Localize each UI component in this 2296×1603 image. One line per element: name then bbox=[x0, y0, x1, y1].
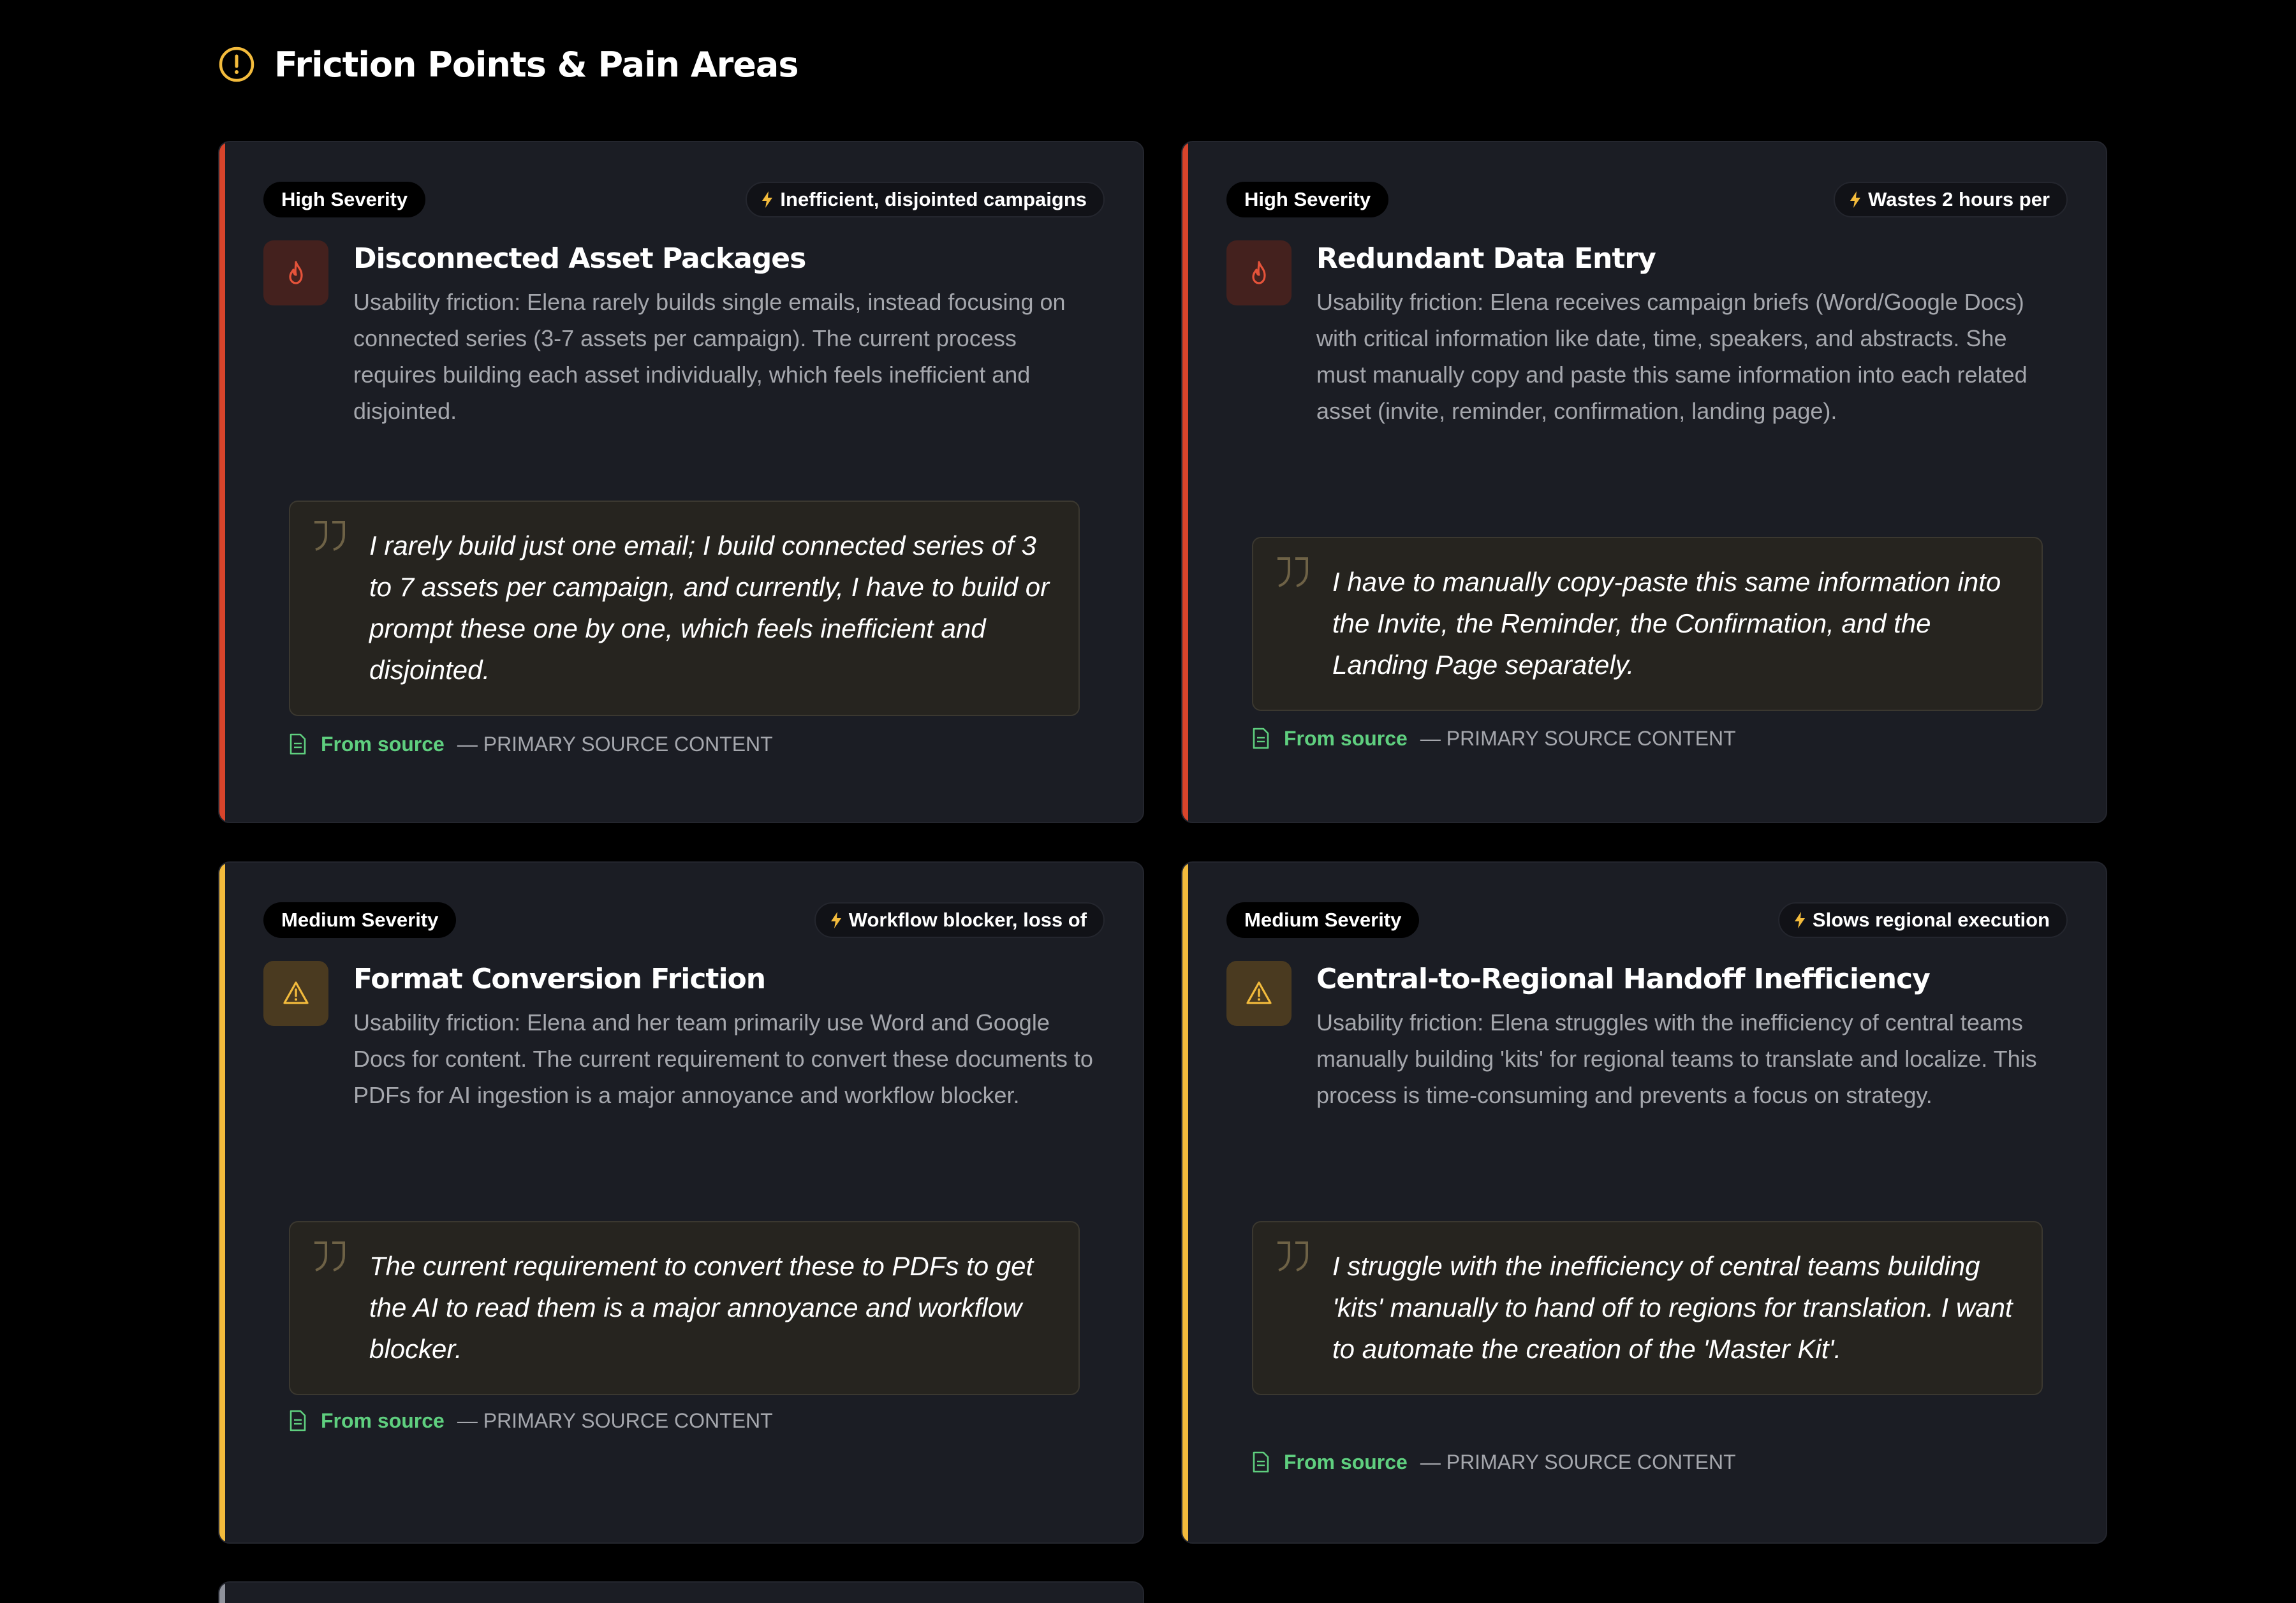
friction-card-partial[interactable] bbox=[218, 1581, 1144, 1603]
source-detail: — PRIMARY SOURCE CONTENT bbox=[457, 1409, 773, 1432]
quote-icon bbox=[1277, 557, 1308, 587]
quote-block: I have to manually copy-paste this same … bbox=[1252, 537, 2043, 711]
card-description: Usability friction: Elena and her team p… bbox=[353, 1009, 1093, 1108]
lightning-icon bbox=[1850, 191, 1861, 208]
severity-badge: High Severity bbox=[263, 182, 426, 217]
warning-triangle-icon bbox=[263, 961, 328, 1026]
impact-label: Workflow blocker, loss of bbox=[848, 909, 1087, 931]
quote-icon bbox=[314, 521, 345, 551]
card-title: Redundant Data Entry bbox=[1316, 242, 1656, 275]
quote-block: I rarely build just one email; I build c… bbox=[289, 501, 1080, 716]
source-attribution: From source — PRIMARY SOURCE CONTENT bbox=[1252, 724, 1736, 752]
source-detail: — PRIMARY SOURCE CONTENT bbox=[1420, 1450, 1736, 1474]
source-attribution: From source — PRIMARY SOURCE CONTENT bbox=[289, 1407, 773, 1435]
impact-badge: Slows regional execution bbox=[1777, 902, 2068, 938]
alert-circle-icon bbox=[219, 47, 254, 82]
source-detail: — PRIMARY SOURCE CONTENT bbox=[1420, 726, 1736, 750]
source-attribution: From source — PRIMARY SOURCE CONTENT bbox=[1252, 1448, 1736, 1476]
document-icon bbox=[290, 733, 306, 755]
flame-icon bbox=[263, 240, 328, 305]
quote-block: I struggle with the inefficiency of cent… bbox=[1252, 1221, 2043, 1395]
quote-icon bbox=[1277, 1241, 1308, 1271]
severity-accent-bar bbox=[219, 1583, 225, 1603]
section-title: Friction Points & Pain Areas bbox=[274, 44, 798, 85]
source-link[interactable]: From source bbox=[321, 733, 445, 756]
document-icon bbox=[1253, 1451, 1269, 1473]
severity-badge: Medium Severity bbox=[1226, 902, 1420, 938]
card-description: Usability friction: Elena rarely builds … bbox=[353, 289, 1066, 424]
section-header: Friction Points & Pain Areas bbox=[218, 41, 798, 88]
source-link[interactable]: From source bbox=[1284, 1451, 1408, 1474]
source-detail: — PRIMARY SOURCE CONTENT bbox=[457, 732, 773, 756]
severity-badge: High Severity bbox=[1226, 182, 1389, 217]
flame-icon bbox=[1226, 240, 1292, 305]
impact-badge: Workflow blocker, loss of bbox=[814, 902, 1105, 938]
quote-icon bbox=[314, 1241, 345, 1271]
quote-text: I struggle with the inefficiency of cent… bbox=[1332, 1251, 2013, 1364]
impact-label: Wastes 2 hours per bbox=[1868, 188, 2050, 210]
quote-block: The current requirement to convert these… bbox=[289, 1221, 1080, 1395]
card-title: Format Conversion Friction bbox=[353, 963, 766, 995]
source-link[interactable]: From source bbox=[1284, 727, 1408, 750]
card-description: Usability friction: Elena receives campa… bbox=[1316, 289, 2027, 424]
impact-badge: Inefficient, disjointed campaigns bbox=[746, 182, 1105, 217]
warning-triangle-icon bbox=[1226, 961, 1292, 1026]
severity-accent-bar bbox=[219, 863, 225, 1542]
friction-card[interactable]: High Severity Wastes 2 hours per Redunda… bbox=[1181, 141, 2107, 823]
lightning-icon bbox=[1794, 912, 1805, 928]
source-attribution: From source — PRIMARY SOURCE CONTENT bbox=[289, 730, 773, 758]
lightning-icon bbox=[830, 912, 841, 928]
friction-card[interactable]: Medium Severity Workflow blocker, loss o… bbox=[218, 861, 1144, 1544]
lightning-icon bbox=[762, 191, 773, 208]
impact-label: Slows regional execution bbox=[1812, 909, 2050, 931]
document-icon bbox=[290, 1410, 306, 1431]
severity-accent-bar bbox=[1182, 142, 1188, 822]
quote-text: I have to manually copy-paste this same … bbox=[1332, 567, 2001, 680]
severity-accent-bar bbox=[1182, 863, 1188, 1542]
document-icon bbox=[1253, 728, 1269, 749]
impact-label: Inefficient, disjointed campaigns bbox=[780, 188, 1087, 210]
card-title: Disconnected Asset Packages bbox=[353, 242, 806, 275]
card-title: Central-to-Regional Handoff Inefficiency bbox=[1316, 963, 1931, 995]
severity-badge: Medium Severity bbox=[263, 902, 457, 938]
severity-accent-bar bbox=[219, 142, 225, 822]
card-description: Usability friction: Elena struggles with… bbox=[1316, 1009, 2037, 1108]
friction-card[interactable]: Medium Severity Slows regional execution… bbox=[1181, 861, 2107, 1544]
friction-card[interactable]: High Severity Inefficient, disjointed ca… bbox=[218, 141, 1144, 823]
quote-text: The current requirement to convert these… bbox=[369, 1251, 1034, 1364]
impact-badge: Wastes 2 hours per bbox=[1834, 182, 2068, 217]
source-link[interactable]: From source bbox=[321, 1409, 445, 1433]
quote-text: I rarely build just one email; I build c… bbox=[369, 531, 1050, 685]
